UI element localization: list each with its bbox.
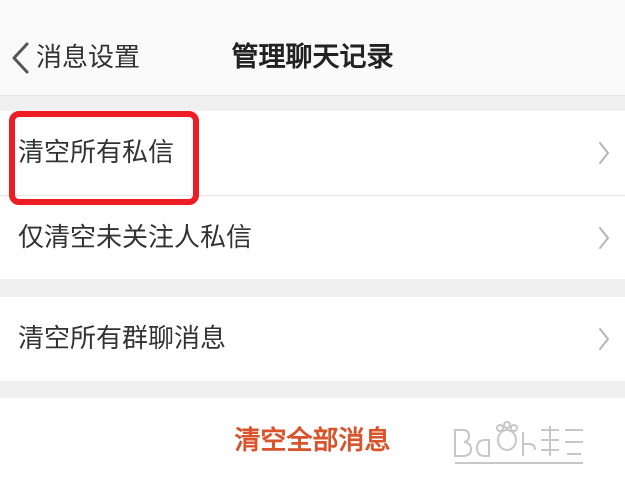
clear-all-group-chat-row[interactable]: 清空所有群聊消息 [0, 297, 625, 381]
row-label: 仅清空未关注人私信 [18, 223, 253, 253]
group-chat-group: 清空所有群聊消息 [0, 297, 625, 381]
chevron-right-icon [599, 227, 609, 249]
nav-bar: 消息设置 管理聊天记录 [0, 0, 625, 96]
clear-all-private-messages-row[interactable]: 清空所有私信 [0, 111, 625, 195]
chevron-right-icon [599, 142, 609, 164]
clear-all-messages-button[interactable]: 清空全部消息 [0, 398, 625, 482]
row-label: 清空所有私信 [18, 138, 175, 168]
row-label: 清空所有群聊消息 [18, 324, 227, 354]
clear-unfollowed-private-messages-row[interactable]: 仅清空未关注人私信 [0, 195, 625, 279]
clear-all-label: 清空全部消息 [234, 425, 391, 455]
chevron-right-icon [599, 328, 609, 350]
private-message-group: 清空所有私信 仅清空未关注人私信 [0, 111, 625, 279]
page-title: 管理聊天记录 [231, 42, 394, 73]
